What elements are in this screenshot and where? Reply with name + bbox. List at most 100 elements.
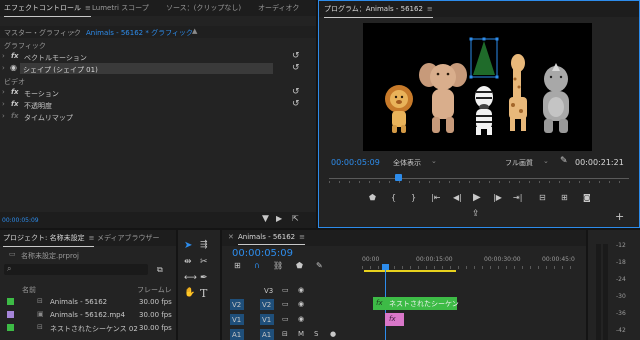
reset-icon[interactable]: ↺ — [292, 99, 300, 109]
add-marker-icon[interactable]: ⬟ — [369, 193, 376, 202]
expand-chevron-icon[interactable]: › — [2, 112, 5, 120]
slip-tool-icon[interactable]: ⟷ — [184, 273, 197, 283]
track-select-tool-icon[interactable]: ⇶ — [200, 240, 208, 250]
col-name-header[interactable]: 名前 — [22, 285, 36, 295]
col-fps-header[interactable]: フレームレ — [137, 285, 172, 295]
list-item[interactable]: ⊟ ネストされたシーケンス 02 30.00 fps — [0, 322, 176, 334]
step-forward-icon[interactable]: |▶ — [493, 193, 502, 202]
nest-icon[interactable]: ⊞ — [234, 261, 241, 270]
tab-media-browser[interactable]: メディアブラウザー — [97, 233, 160, 243]
tab-effect-controls[interactable]: エフェクトコントロール ≡ — [4, 3, 91, 17]
eye-icon[interactable]: ◉ — [298, 286, 304, 294]
go-to-in-icon[interactable]: |⇤ — [431, 193, 440, 202]
eye-icon[interactable]: ◉ — [298, 300, 304, 308]
master-dropdown-icon[interactable]: ⌄ — [70, 27, 76, 35]
time-remap-label: タイムリマップ — [24, 114, 73, 122]
play-audio-icon[interactable]: ▶ — [276, 214, 282, 223]
panel-menu-icon[interactable]: ≡ — [85, 4, 91, 12]
expand-chevron-icon[interactable]: › — [2, 52, 5, 60]
filmstrip-icon[interactable]: ▭ — [282, 315, 289, 323]
wrench-icon[interactable]: ✎ — [560, 156, 568, 166]
tab-lumetri-scopes[interactable]: Lumetri スコープ — [92, 3, 149, 13]
graphic-clip[interactable]: fx — [385, 313, 404, 326]
mark-in-icon[interactable]: { — [391, 193, 396, 202]
reset-icon[interactable]: ↺ — [292, 87, 300, 97]
timeline-ruler[interactable]: 00:00 00:00:15:00 00:00:30:00 00:00:45:0 — [362, 254, 575, 274]
opacity-label: 不透明度 — [24, 102, 52, 110]
lift-icon[interactable]: ⊟ — [539, 193, 546, 202]
effect-controls-timecode[interactable]: 00:00:05:09 — [2, 217, 39, 224]
clip-expand-icon[interactable]: ▲ — [192, 27, 197, 35]
hand-tool-icon[interactable]: ✋ — [184, 288, 195, 298]
expand-chevron-icon[interactable]: › — [2, 100, 5, 108]
close-tab-icon[interactable]: ✕ — [228, 233, 234, 241]
pen-tool-icon[interactable]: ✒ — [200, 273, 208, 283]
work-area-bar[interactable] — [364, 270, 456, 272]
shape-layer-row[interactable]: › ◉ シェイプ (シェイプ 01) ↺ — [0, 63, 316, 75]
panel-menu-icon[interactable]: ≡ — [89, 234, 95, 242]
clip-graphic-label[interactable]: Animals - 56162 * グラフィック — [86, 28, 193, 38]
fx-toggle-icon[interactable]: fx — [11, 112, 19, 120]
filmstrip-icon[interactable]: ▭ — [282, 300, 289, 308]
settings-wrench-icon[interactable]: ✎ — [316, 261, 323, 270]
motion-row[interactable]: › fx モーション ↺ — [0, 87, 316, 99]
play-icon[interactable]: ▶ — [473, 192, 481, 203]
filter-icon[interactable]: ▼ — [262, 214, 269, 224]
timeline-timecode[interactable]: 00:00:05:09 — [232, 248, 293, 259]
reset-icon[interactable]: ↺ — [292, 51, 300, 61]
eye-icon[interactable]: ◉ — [298, 315, 304, 323]
new-bin-icon[interactable]: ⧉ — [157, 265, 163, 275]
export-icon[interactable]: ⇱ — [292, 214, 299, 223]
camera-icon[interactable]: ◙ — [583, 193, 591, 202]
add-marker-icon[interactable]: ⬟ — [296, 261, 303, 270]
nested-sequence-clip[interactable]: fx ネストされたシーケン — [373, 297, 459, 310]
quality-dropdown[interactable]: フル画質 ⌄ — [503, 157, 553, 167]
label-color-swatch[interactable] — [7, 298, 14, 305]
add-button-icon[interactable]: + — [615, 210, 624, 223]
step-back-icon[interactable]: ◀| — [453, 193, 462, 202]
panel-menu-icon[interactable]: ≡ — [299, 233, 305, 241]
mute-icon[interactable]: M — [298, 330, 304, 338]
playhead-handle[interactable] — [382, 264, 389, 270]
ripple-edit-tool-icon[interactable]: ⇹ — [184, 257, 192, 267]
go-to-out-icon[interactable]: ⇥| — [513, 193, 522, 202]
vector-motion-row[interactable]: › fx ベクトルモーション ↺ — [0, 51, 316, 63]
linked-selection-icon[interactable]: ⛓ — [273, 261, 283, 270]
fx-toggle-icon[interactable]: fx — [11, 88, 19, 96]
razor-tool-icon[interactable]: ✂ — [200, 257, 208, 267]
tab-project[interactable]: プロジェクト: 名称未設定 ≡ — [3, 233, 95, 247]
tab-audio-clip-mixer[interactable]: オーディオク — [258, 3, 299, 13]
visibility-eye-icon[interactable]: ◉ — [10, 63, 17, 72]
type-tool-icon[interactable]: T — [200, 287, 207, 300]
microphone-icon[interactable]: ● — [330, 330, 336, 338]
mark-out-icon[interactable]: } — [411, 193, 416, 202]
project-search-input[interactable]: ⌕ — [4, 264, 148, 275]
snap-icon[interactable]: ∩ — [254, 261, 260, 270]
tab-program[interactable]: プログラム：Animals - 56162 ≡ — [324, 4, 433, 18]
fx-toggle-icon[interactable]: fx — [11, 52, 19, 60]
solo-icon[interactable]: S — [314, 330, 318, 338]
filmstrip-icon[interactable]: ▭ — [282, 286, 289, 294]
tab-source[interactable]: ソース：(クリップなし) — [166, 3, 241, 13]
opacity-row[interactable]: › fx 不透明度 ↺ — [0, 99, 316, 111]
program-scrubber[interactable] — [329, 173, 629, 183]
panel-menu-icon[interactable]: ≡ — [427, 5, 433, 13]
extract-icon[interactable]: ⊞ — [561, 193, 568, 202]
list-item[interactable]: ⊟ Animals - 56162 30.00 fps — [0, 296, 176, 308]
lock-icon[interactable]: ⊟ — [282, 330, 288, 338]
zoom-dropdown[interactable]: 全体表示 ⌄ — [391, 157, 441, 167]
playhead-marker[interactable] — [395, 174, 402, 181]
program-video-frame[interactable] — [363, 23, 592, 151]
program-current-timecode[interactable]: 00:00:05:09 — [331, 158, 380, 167]
export-frame-icon[interactable]: ⇪ — [472, 209, 480, 219]
time-remap-row[interactable]: › fx タイムリマップ — [0, 111, 316, 123]
list-item[interactable]: ▣ Animals - 56162.mp4 30.00 fps — [0, 309, 176, 321]
label-color-swatch[interactable] — [7, 324, 14, 331]
selection-tool-icon[interactable]: ➤ — [184, 240, 192, 251]
label-color-swatch[interactable] — [7, 311, 14, 318]
tab-sequence[interactable]: Animals - 56162 ≡ — [238, 233, 305, 245]
fx-toggle-icon[interactable]: fx — [11, 100, 19, 108]
expand-chevron-icon[interactable]: › — [2, 64, 5, 72]
reset-icon[interactable]: ↺ — [292, 63, 300, 73]
expand-chevron-icon[interactable]: › — [2, 88, 5, 96]
